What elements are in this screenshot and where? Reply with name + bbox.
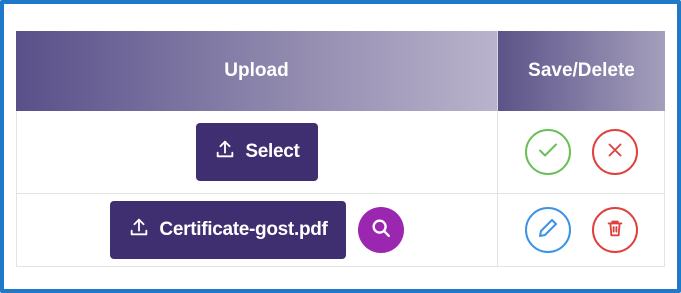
delete-button[interactable] xyxy=(591,207,638,253)
table-row: Certificate-gost.pdf xyxy=(16,194,665,267)
preview-button[interactable] xyxy=(357,207,404,253)
select-file-button[interactable]: Select xyxy=(196,123,318,181)
check-icon xyxy=(536,138,560,167)
pencil-icon xyxy=(536,216,560,245)
cancel-button[interactable] xyxy=(591,129,638,175)
close-icon xyxy=(604,139,626,166)
header-save-delete: Save/Delete xyxy=(497,31,665,111)
file-name-label: Certificate-gost.pdf xyxy=(159,219,328,240)
window-frame: Upload Save/Delete Select Certificate-go… xyxy=(0,0,681,293)
table-row: Select xyxy=(16,111,665,194)
upload-icon xyxy=(214,138,236,166)
confirm-button[interactable] xyxy=(524,129,571,175)
select-file-label: Select xyxy=(245,141,300,162)
table-header: Upload Save/Delete xyxy=(16,31,665,111)
save-delete-cell xyxy=(497,194,665,266)
upload-icon xyxy=(128,216,150,244)
upload-table: Upload Save/Delete Select Certificate-go… xyxy=(16,31,665,267)
upload-cell: Select xyxy=(16,111,497,193)
edit-button[interactable] xyxy=(524,207,571,253)
header-upload: Upload xyxy=(16,31,497,111)
upload-cell: Certificate-gost.pdf xyxy=(16,194,497,266)
trash-icon xyxy=(604,217,626,244)
file-upload-button[interactable]: Certificate-gost.pdf xyxy=(110,201,346,259)
save-delete-cell xyxy=(497,111,665,193)
search-icon xyxy=(370,217,392,244)
